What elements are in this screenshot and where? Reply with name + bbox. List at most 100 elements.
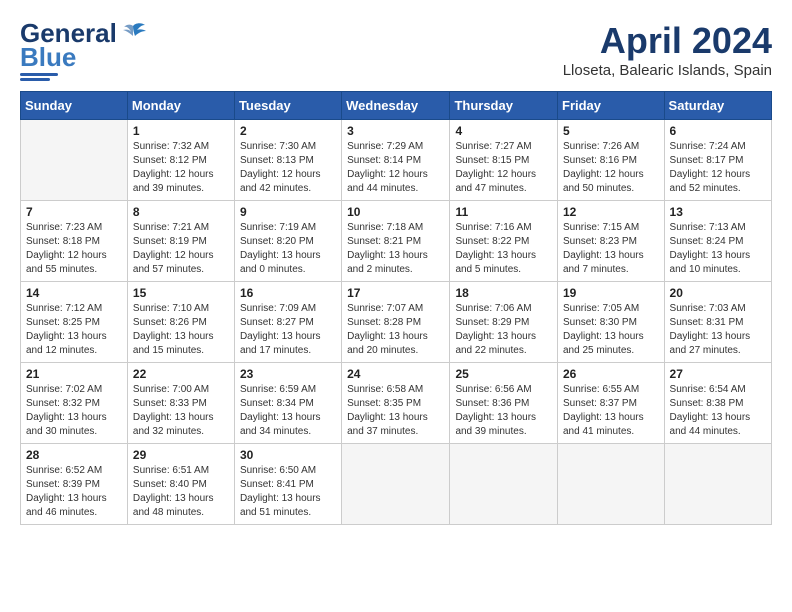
calendar-day-cell: 22Sunrise: 7:00 AM Sunset: 8:33 PM Dayli… bbox=[127, 363, 234, 444]
day-info: Sunrise: 7:26 AM Sunset: 8:16 PM Dayligh… bbox=[563, 140, 659, 196]
day-info: Sunrise: 7:09 AM Sunset: 8:27 PM Dayligh… bbox=[240, 302, 336, 358]
day-number: 2 bbox=[240, 124, 336, 138]
day-info: Sunrise: 7:07 AM Sunset: 8:28 PM Dayligh… bbox=[347, 302, 444, 358]
calendar-day-cell: 2 Sunrise: 7:30 AM Sunset: 8:13 PM Daylig… bbox=[234, 120, 341, 201]
calendar-day-cell: 30 Sunrise: 6:50 AM Sunset: 8:41 PM Dayli… bbox=[234, 444, 341, 525]
calendar-day-cell: 24 Sunrise: 6:58 AM Sunset: 8:35 PM Dayli… bbox=[342, 363, 450, 444]
day-number: 4 bbox=[455, 124, 552, 138]
day-number: 26 bbox=[563, 367, 659, 381]
day-info: Sunrise: 7:15 AM Sunset: 8:23 PM Dayligh… bbox=[563, 221, 659, 277]
calendar-day-cell: 3 Sunrise: 7:29 AM Sunset: 8:14 PM Daylig… bbox=[342, 120, 450, 201]
day-number: 5 bbox=[563, 124, 659, 138]
day-info: Sunrise: 6:52 AM Sunset: 8:39 PM Dayligh… bbox=[26, 464, 122, 520]
calendar-day-cell: 29Sunrise: 6:51 AM Sunset: 8:40 PM Dayli… bbox=[127, 444, 234, 525]
calendar-week-row: 7 Sunrise: 7:23 AM Sunset: 8:18 PM Daylig… bbox=[21, 201, 772, 282]
day-number: 12 bbox=[563, 205, 659, 219]
calendar-day-cell: 23 Sunrise: 6:59 AM Sunset: 8:34 PM Dayli… bbox=[234, 363, 341, 444]
calendar-day-cell: 12 Sunrise: 7:15 AM Sunset: 8:23 PM Dayli… bbox=[558, 201, 665, 282]
day-number: 23 bbox=[240, 367, 336, 381]
day-number: 18 bbox=[455, 286, 552, 300]
day-number: 15 bbox=[133, 286, 229, 300]
calendar-day-cell bbox=[21, 120, 128, 201]
calendar-day-cell: 6Sunrise: 7:24 AM Sunset: 8:17 PM Daylig… bbox=[664, 120, 771, 201]
day-info: Sunrise: 6:50 AM Sunset: 8:41 PM Dayligh… bbox=[240, 464, 336, 520]
day-number: 3 bbox=[347, 124, 444, 138]
calendar-day-cell: 28 Sunrise: 6:52 AM Sunset: 8:39 PM Dayli… bbox=[21, 444, 128, 525]
calendar-day-cell bbox=[342, 444, 450, 525]
day-number: 24 bbox=[347, 367, 444, 381]
day-number: 9 bbox=[240, 205, 336, 219]
calendar-week-row: 14Sunrise: 7:12 AM Sunset: 8:25 PM Dayli… bbox=[21, 282, 772, 363]
calendar-day-cell: 14Sunrise: 7:12 AM Sunset: 8:25 PM Dayli… bbox=[21, 282, 128, 363]
day-info: Sunrise: 7:06 AM Sunset: 8:29 PM Dayligh… bbox=[455, 302, 552, 358]
calendar-day-cell: 9Sunrise: 7:19 AM Sunset: 8:20 PM Daylig… bbox=[234, 201, 341, 282]
calendar-day-cell bbox=[664, 444, 771, 525]
day-info: Sunrise: 7:05 AM Sunset: 8:30 PM Dayligh… bbox=[563, 302, 659, 358]
day-number: 11 bbox=[455, 205, 552, 219]
calendar-day-cell: 8 Sunrise: 7:21 AM Sunset: 8:19 PM Daylig… bbox=[127, 201, 234, 282]
calendar-body: 1 Sunrise: 7:32 AM Sunset: 8:12 PM Daylig… bbox=[21, 120, 772, 525]
day-info: Sunrise: 6:59 AM Sunset: 8:34 PM Dayligh… bbox=[240, 383, 336, 439]
day-number: 1 bbox=[133, 124, 229, 138]
day-info: Sunrise: 7:10 AM Sunset: 8:26 PM Dayligh… bbox=[133, 302, 229, 358]
day-info: Sunrise: 7:24 AM Sunset: 8:17 PM Dayligh… bbox=[670, 140, 766, 196]
calendar-day-cell: 7 Sunrise: 7:23 AM Sunset: 8:18 PM Daylig… bbox=[21, 201, 128, 282]
day-number: 17 bbox=[347, 286, 444, 300]
logo-bird-icon bbox=[119, 22, 147, 44]
day-info: Sunrise: 6:55 AM Sunset: 8:37 PM Dayligh… bbox=[563, 383, 659, 439]
logo: General Blue bbox=[20, 20, 147, 81]
calendar-week-row: 1 Sunrise: 7:32 AM Sunset: 8:12 PM Daylig… bbox=[21, 120, 772, 201]
day-number: 10 bbox=[347, 205, 444, 219]
calendar-day-cell: 26 Sunrise: 6:55 AM Sunset: 8:37 PM Dayli… bbox=[558, 363, 665, 444]
calendar-day-cell bbox=[558, 444, 665, 525]
day-number: 30 bbox=[240, 448, 336, 462]
calendar-day-cell: 11 Sunrise: 7:16 AM Sunset: 8:22 PM Dayli… bbox=[450, 201, 558, 282]
day-number: 13 bbox=[670, 205, 766, 219]
day-number: 19 bbox=[563, 286, 659, 300]
day-info: Sunrise: 7:16 AM Sunset: 8:22 PM Dayligh… bbox=[455, 221, 552, 277]
day-info: Sunrise: 7:18 AM Sunset: 8:21 PM Dayligh… bbox=[347, 221, 444, 277]
title-area: April 2024 Lloseta, Balearic Islands, Sp… bbox=[563, 20, 772, 79]
day-number: 29 bbox=[133, 448, 229, 462]
day-info: Sunrise: 6:56 AM Sunset: 8:36 PM Dayligh… bbox=[455, 383, 552, 439]
calendar-day-cell: 4 Sunrise: 7:27 AM Sunset: 8:15 PM Daylig… bbox=[450, 120, 558, 201]
day-info: Sunrise: 6:58 AM Sunset: 8:35 PM Dayligh… bbox=[347, 383, 444, 439]
calendar-day-header: Friday bbox=[558, 92, 665, 120]
calendar-day-cell: 16Sunrise: 7:09 AM Sunset: 8:27 PM Dayli… bbox=[234, 282, 341, 363]
day-info: Sunrise: 7:30 AM Sunset: 8:13 PM Dayligh… bbox=[240, 140, 336, 196]
day-info: Sunrise: 7:03 AM Sunset: 8:31 PM Dayligh… bbox=[670, 302, 766, 358]
calendar-day-cell: 10 Sunrise: 7:18 AM Sunset: 8:21 PM Dayli… bbox=[342, 201, 450, 282]
calendar-day-cell bbox=[450, 444, 558, 525]
day-info: Sunrise: 7:21 AM Sunset: 8:19 PM Dayligh… bbox=[133, 221, 229, 277]
calendar-day-header: Saturday bbox=[664, 92, 771, 120]
day-info: Sunrise: 7:29 AM Sunset: 8:14 PM Dayligh… bbox=[347, 140, 444, 196]
day-info: Sunrise: 6:54 AM Sunset: 8:38 PM Dayligh… bbox=[670, 383, 766, 439]
calendar-day-cell: 17 Sunrise: 7:07 AM Sunset: 8:28 PM Dayli… bbox=[342, 282, 450, 363]
calendar-day-cell: 25Sunrise: 6:56 AM Sunset: 8:36 PM Dayli… bbox=[450, 363, 558, 444]
calendar-day-cell: 20Sunrise: 7:03 AM Sunset: 8:31 PM Dayli… bbox=[664, 282, 771, 363]
day-number: 27 bbox=[670, 367, 766, 381]
day-number: 7 bbox=[26, 205, 122, 219]
day-info: Sunrise: 7:32 AM Sunset: 8:12 PM Dayligh… bbox=[133, 140, 229, 196]
day-info: Sunrise: 7:27 AM Sunset: 8:15 PM Dayligh… bbox=[455, 140, 552, 196]
day-info: Sunrise: 7:23 AM Sunset: 8:18 PM Dayligh… bbox=[26, 221, 122, 277]
calendar-day-cell: 1 Sunrise: 7:32 AM Sunset: 8:12 PM Daylig… bbox=[127, 120, 234, 201]
calendar-week-row: 21Sunrise: 7:02 AM Sunset: 8:32 PM Dayli… bbox=[21, 363, 772, 444]
calendar-day-cell: 18 Sunrise: 7:06 AM Sunset: 8:29 PM Dayli… bbox=[450, 282, 558, 363]
day-number: 28 bbox=[26, 448, 122, 462]
calendar-day-cell: 27 Sunrise: 6:54 AM Sunset: 8:38 PM Dayli… bbox=[664, 363, 771, 444]
day-number: 8 bbox=[133, 205, 229, 219]
location: Lloseta, Balearic Islands, Spain bbox=[563, 62, 772, 79]
month-title: April 2024 bbox=[563, 20, 772, 62]
day-info: Sunrise: 7:13 AM Sunset: 8:24 PM Dayligh… bbox=[670, 221, 766, 277]
calendar-table: SundayMondayTuesdayWednesdayThursdayFrid… bbox=[20, 91, 772, 525]
calendar-day-header: Tuesday bbox=[234, 92, 341, 120]
page-header: General Blue April 2024 Lloseta, Balea bbox=[20, 20, 772, 81]
calendar-day-cell: 5 Sunrise: 7:26 AM Sunset: 8:16 PM Daylig… bbox=[558, 120, 665, 201]
calendar-day-cell: 21Sunrise: 7:02 AM Sunset: 8:32 PM Dayli… bbox=[21, 363, 128, 444]
calendar-day-cell: 15 Sunrise: 7:10 AM Sunset: 8:26 PM Dayli… bbox=[127, 282, 234, 363]
calendar-week-row: 28 Sunrise: 6:52 AM Sunset: 8:39 PM Dayli… bbox=[21, 444, 772, 525]
calendar-day-header: Sunday bbox=[21, 92, 128, 120]
day-info: Sunrise: 7:00 AM Sunset: 8:33 PM Dayligh… bbox=[133, 383, 229, 439]
day-info: Sunrise: 7:12 AM Sunset: 8:25 PM Dayligh… bbox=[26, 302, 122, 358]
